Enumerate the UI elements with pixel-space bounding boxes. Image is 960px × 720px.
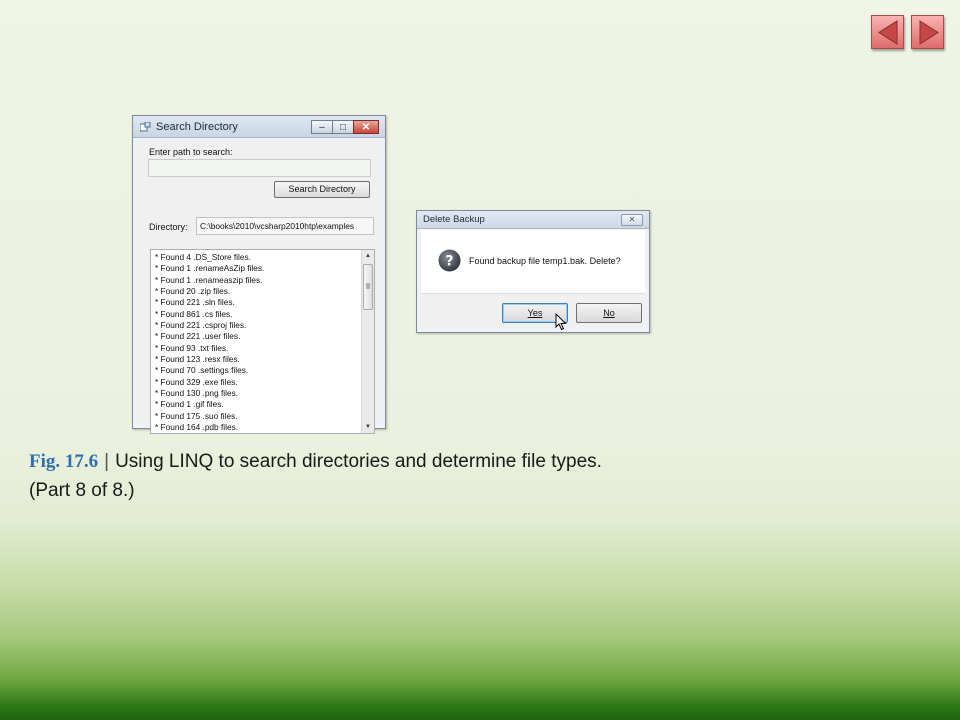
search-directory-button[interactable]: Search Directory — [274, 181, 370, 198]
list-item[interactable]: * Found 130 .png files. — [155, 388, 355, 399]
list-item[interactable]: * Found 221 .sln files. — [155, 297, 355, 308]
question-icon: ? — [438, 249, 461, 272]
list-item[interactable]: * Found 329 .exe files. — [155, 377, 355, 388]
dialog-title-bar[interactable]: Delete Backup ✕ — [417, 211, 649, 229]
grip-icon — [366, 283, 370, 289]
maximize-icon: □ — [339, 122, 347, 133]
triangle-right-icon — [919, 20, 939, 45]
list-item[interactable]: * Found 1 .renameAsZip files. — [155, 263, 355, 274]
list-item[interactable]: * Found 164 .pdb files. — [155, 422, 355, 433]
directory-label: Directory: — [149, 222, 188, 232]
dialog-title: Delete Backup — [423, 214, 485, 225]
directory-value: C:\books\2010\vcsharp2010htp\examples — [200, 221, 355, 231]
list-item[interactable]: * Found 93 .txt files. — [155, 343, 355, 354]
caption-line-1: Fig. 17.6 | Using LINQ to search directori… — [29, 447, 929, 476]
path-input[interactable] — [148, 159, 371, 177]
dialog-close-button[interactable]: ✕ — [621, 214, 643, 226]
list-item[interactable]: * Found 1 .gif files. — [155, 399, 355, 410]
maximize-button[interactable]: □ — [332, 120, 354, 134]
list-item[interactable]: * Found 221 .csproj files. — [155, 320, 355, 331]
list-item[interactable]: * Found 221 .user files. — [155, 331, 355, 342]
window-title: Search Directory — [156, 121, 238, 133]
title-bar[interactable]: Search Directory – □ ✕ — [133, 116, 385, 138]
directory-field[interactable]: C:\books\2010\vcsharp2010htp\examples — [196, 217, 374, 235]
path-label: Enter path to search: — [149, 147, 233, 157]
caption-text: Using LINQ to search directories and det… — [115, 451, 602, 472]
close-icon: ✕ — [628, 215, 636, 224]
no-label: No — [603, 308, 615, 318]
list-item[interactable]: * Found 175 .suo files. — [155, 411, 355, 422]
caption-separator: | — [104, 451, 110, 472]
figure-caption: Fig. 17.6 | Using LINQ to search directori… — [29, 447, 929, 505]
app-icon — [140, 122, 151, 132]
scroll-thumb[interactable] — [363, 264, 373, 310]
caption-part: (Part 8 of 8.) — [29, 480, 135, 501]
minimize-button[interactable]: – — [311, 120, 333, 134]
yes-label: Yes — [527, 308, 543, 318]
list-item[interactable]: * Found 861 .cs files. — [155, 309, 355, 320]
close-button[interactable]: ✕ — [353, 120, 379, 134]
triangle-left-icon — [878, 20, 898, 45]
list-item[interactable]: * Found 123 .resx files. — [155, 354, 355, 365]
search-directory-window: Search Directory – □ ✕ Enter path to sea… — [132, 115, 386, 434]
no-button[interactable]: No — [576, 303, 642, 323]
close-icon: ✕ — [361, 122, 371, 133]
minimize-icon: – — [319, 122, 325, 133]
dialog-message: Found backup file temp1.bak. Delete? — [469, 256, 621, 266]
scroll-up-icon[interactable]: ▲ — [362, 250, 374, 262]
list-item[interactable]: * Found 1 .renameaszip files. — [155, 275, 355, 286]
list-item[interactable]: * Found 70 .settings files. — [155, 365, 355, 376]
figure-number: Fig. 17.6 — [29, 451, 99, 472]
list-item[interactable]: * Found 4 .DS_Store files. — [155, 252, 355, 263]
list-item[interactable]: * Found 20 .zip files. — [155, 286, 355, 297]
delete-backup-dialog: Delete Backup ✕ ? Found backup file temp… — [416, 210, 650, 333]
mouse-cursor-icon — [555, 313, 567, 331]
results-list: * Found 4 .DS_Store files. * Found 1 .ren… — [155, 252, 355, 433]
next-slide-button[interactable] — [911, 15, 944, 49]
window-client-area: Enter path to search: Search Directory D… — [138, 139, 380, 434]
scroll-down-icon[interactable]: ▼ — [362, 421, 374, 433]
svg-text:?: ? — [445, 254, 453, 270]
vertical-scrollbar[interactable]: ▲ ▼ — [361, 250, 374, 433]
results-listbox[interactable]: * Found 4 .DS_Store files. * Found 1 .ren… — [150, 249, 375, 434]
previous-slide-button[interactable] — [871, 15, 904, 49]
